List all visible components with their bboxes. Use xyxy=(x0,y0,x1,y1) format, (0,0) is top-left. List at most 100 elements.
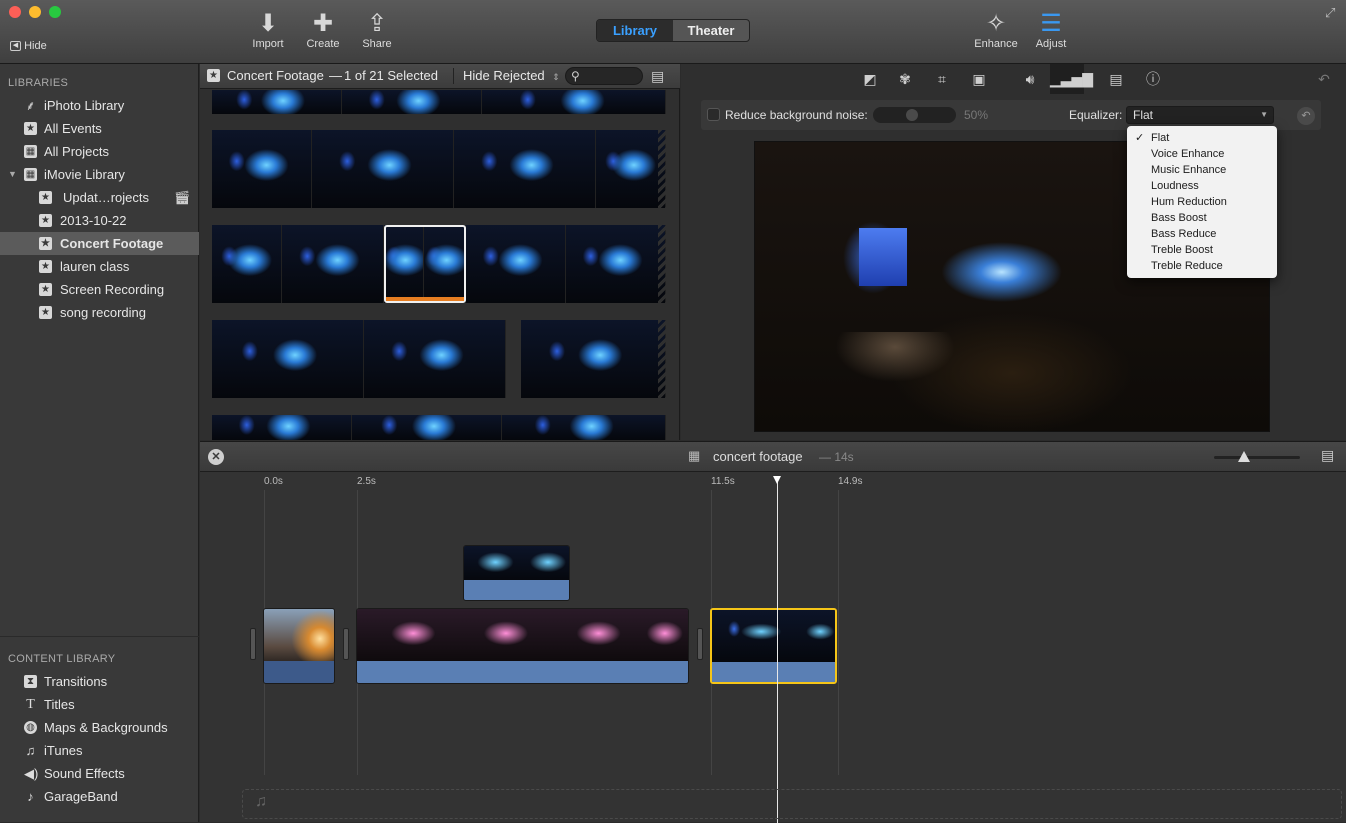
selected-concert-clip[interactable] xyxy=(710,608,837,684)
concert-clip[interactable] xyxy=(356,608,689,684)
sidebar-item-all-projects[interactable]: ▦ All Projects xyxy=(0,140,199,163)
info-icon[interactable]: ⓘ xyxy=(1140,68,1166,90)
tab-theater[interactable]: Theater xyxy=(673,20,749,41)
menu-item-bass-boost[interactable]: Bass Boost xyxy=(1127,210,1277,226)
color-balance-icon[interactable]: ◩ xyxy=(857,68,883,90)
sidebar-item-label: Updat…rojects xyxy=(63,190,149,205)
content-item-sound-effects[interactable]: ◀) Sound Effects xyxy=(0,762,199,785)
menu-item-label: Bass Reduce xyxy=(1151,228,1217,240)
clip-filmstrip[interactable] xyxy=(212,415,666,440)
equalizer-popup[interactable]: Flat ▼ xyxy=(1126,106,1274,124)
reset-equalizer-icon[interactable]: ↶ xyxy=(1297,107,1315,125)
clip-trim-handle[interactable] xyxy=(343,628,349,660)
import-button[interactable]: ⬇ Import xyxy=(238,10,298,50)
clip-filmstrip[interactable] xyxy=(212,225,666,303)
sidebar-item-lauren-class[interactable]: ★ lauren class xyxy=(0,255,199,278)
menu-item-voice-enhance[interactable]: Voice Enhance xyxy=(1127,146,1277,162)
noise-slider[interactable] xyxy=(873,107,956,123)
playhead-marker[interactable] xyxy=(773,476,781,484)
menu-item-flat[interactable]: ✓ Flat xyxy=(1127,130,1277,146)
sidebar-item-updated-projects[interactable]: ★ Updat…rojects 🎬︎ xyxy=(0,186,199,209)
menu-item-music-enhance[interactable]: Music Enhance xyxy=(1127,162,1277,178)
hide-rejected-popup[interactable]: Hide Rejected ⇕ xyxy=(463,64,560,89)
close-window-button[interactable] xyxy=(9,6,21,18)
search-icon: ⚲ xyxy=(571,69,580,83)
menu-item-treble-boost[interactable]: Treble Boost xyxy=(1127,242,1277,258)
sidebar-item-label: 2013-10-22 xyxy=(60,213,127,228)
content-item-label: Titles xyxy=(44,697,75,712)
content-item-itunes[interactable]: ♫ iTunes xyxy=(0,739,199,762)
sunset-clip[interactable] xyxy=(263,608,335,684)
clip-filter-icon[interactable]: ▤ xyxy=(1103,68,1129,90)
clip-filmstrip[interactable] xyxy=(521,320,666,398)
time-tick: 14.9s xyxy=(838,476,863,487)
search-field[interactable]: ⚲ xyxy=(565,67,643,85)
share-label: Share xyxy=(362,38,392,50)
close-project-icon[interactable]: ✕ xyxy=(208,449,224,465)
project-name: concert footage xyxy=(713,449,803,464)
disclosure-triangle-icon[interactable]: ▼ xyxy=(8,163,17,186)
reset-all-icon[interactable]: ↶ xyxy=(1311,68,1337,90)
menu-item-bass-reduce[interactable]: Bass Reduce xyxy=(1127,226,1277,242)
sliders-icon: ☰ xyxy=(1040,10,1062,37)
zoom-slider-knob[interactable] xyxy=(1238,451,1250,462)
background-music-well[interactable]: ♫ xyxy=(242,789,1342,819)
volume-icon[interactable]: 🔊︎ xyxy=(1017,68,1043,90)
sidebar-item-all-events[interactable]: ★ All Events xyxy=(0,117,199,140)
zoom-window-button[interactable] xyxy=(49,6,61,18)
share-button[interactable]: ⇪ Share xyxy=(347,10,407,50)
playhead[interactable] xyxy=(773,476,781,823)
filmstrip-edge xyxy=(658,130,666,208)
menu-item-treble-reduce[interactable]: Treble Reduce xyxy=(1127,258,1277,274)
share-icon: ⇪ xyxy=(366,10,388,37)
clip-frame xyxy=(212,320,364,398)
clip-filmstrip[interactable] xyxy=(212,130,666,208)
clip-frame xyxy=(342,90,482,114)
sidebar-item-iphoto-library[interactable]: ⸙ iPhoto Library xyxy=(0,94,199,117)
content-item-label: iTunes xyxy=(44,743,83,758)
clip-filmstrip[interactable] xyxy=(212,320,506,398)
grid-icon: ▦ xyxy=(24,145,37,158)
noise-slider-knob[interactable] xyxy=(906,109,918,121)
event-browser: ★ Concert Footage — 1 of 21 Selected Hid… xyxy=(200,64,680,440)
sidebar-item-2013-10-22[interactable]: ★ 2013-10-22 xyxy=(0,209,199,232)
stabilization-camera-icon[interactable]: ▣ xyxy=(966,68,992,90)
plus-icon: ✚ xyxy=(312,10,334,37)
hide-sidebar-button[interactable]: ◀ Hide xyxy=(10,40,47,52)
enhance-label: Enhance xyxy=(974,38,1018,50)
menu-item-hum-reduction[interactable]: Hum Reduction xyxy=(1127,194,1277,210)
content-item-garageband[interactable]: ♪ GarageBand xyxy=(0,785,199,808)
sidebar-item-concert-footage[interactable]: ★ Concert Footage xyxy=(0,232,199,255)
tab-library[interactable]: Library xyxy=(597,20,673,41)
selection-range[interactable] xyxy=(384,225,466,303)
content-item-transitions[interactable]: ⧗ Transitions xyxy=(0,670,199,693)
popup-arrow-icon: ▼ xyxy=(1260,110,1268,119)
reduce-noise-checkbox[interactable] xyxy=(707,108,720,121)
content-item-titles[interactable]: T Titles xyxy=(0,693,199,716)
sidebar-item-screen-recording[interactable]: ★ Screen Recording xyxy=(0,278,199,301)
adjust-button[interactable]: ☰ Adjust xyxy=(1021,10,1081,50)
timeline-settings-icon[interactable]: ▤ xyxy=(1321,447,1334,464)
clip-filmstrip[interactable] xyxy=(212,90,666,114)
crop-icon[interactable]: ⌗ xyxy=(929,68,955,90)
connected-clip[interactable] xyxy=(463,545,570,601)
guitar-icon: ♪ xyxy=(27,789,34,804)
fullscreen-icon[interactable]: ⤢ xyxy=(1325,5,1335,21)
filmstrip-settings-icon[interactable]: ▤ xyxy=(651,64,664,88)
create-button[interactable]: ✚ Create xyxy=(293,10,353,50)
clip-frame xyxy=(212,225,282,303)
clip-trim-handle[interactable] xyxy=(697,628,703,660)
color-palette-icon[interactable]: ✾ xyxy=(892,68,918,90)
sidebar-item-imovie-library[interactable]: ▼ ▦ iMovie Library xyxy=(0,163,199,186)
clip-trim-handle[interactable] xyxy=(250,628,256,660)
minimize-window-button[interactable] xyxy=(29,6,41,18)
content-item-maps-backgrounds[interactable]: ◍ Maps & Backgrounds xyxy=(0,716,199,739)
sidebar-item-song-recording[interactable]: ★ song recording xyxy=(0,301,199,324)
noise-label: Reduce background noise: xyxy=(725,108,868,122)
menu-item-loudness[interactable]: Loudness xyxy=(1127,178,1277,194)
enhance-button[interactable]: ✧ Enhance xyxy=(966,10,1026,50)
sidebar-item-label: All Projects xyxy=(44,144,110,159)
sidebar-item-label: iMovie Library xyxy=(44,167,125,182)
equalizer-icon[interactable]: ▁▃▅▇ xyxy=(1050,64,1093,94)
zoom-slider[interactable] xyxy=(1214,451,1300,462)
